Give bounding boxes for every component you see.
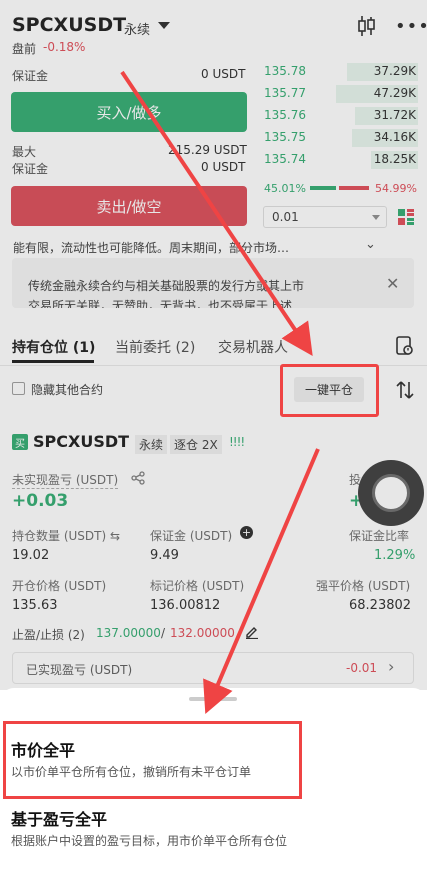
pnl-close-all-option[interactable]: 基于盈亏全平 bbox=[11, 806, 107, 830]
pnl-close-all-desc[interactable]: 根据账户中设置的盈亏目标，用市价单平仓所有仓位 bbox=[11, 832, 287, 849]
annotation-highlight-market-close bbox=[3, 721, 302, 799]
sheet-drag-handle[interactable] bbox=[189, 697, 237, 701]
modal-backdrop[interactable] bbox=[0, 0, 427, 690]
annotation-highlight-close-all bbox=[280, 364, 379, 417]
